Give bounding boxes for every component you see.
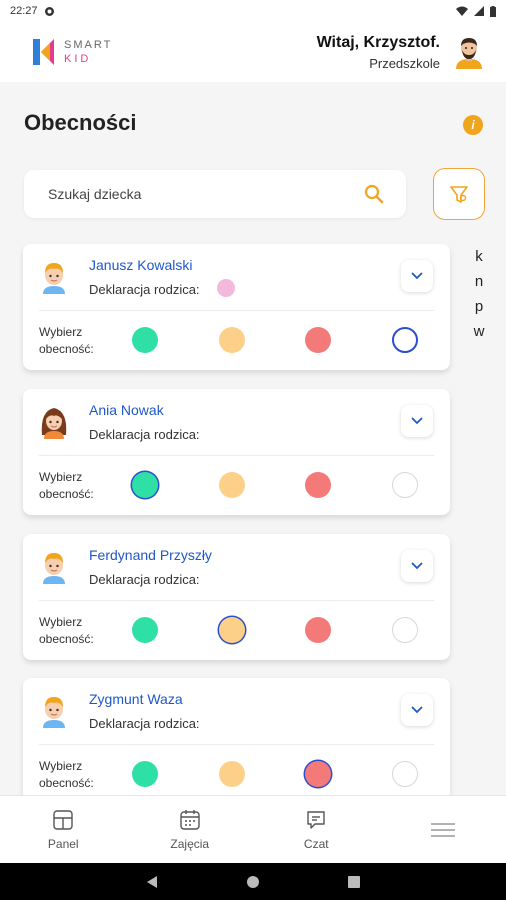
card-divider: [39, 310, 434, 311]
menu-icon: [430, 822, 455, 837]
child-card: Zygmunt Waza Deklaracja rodzica: Wybierz…: [23, 678, 450, 804]
nav-item-zajecia[interactable]: Zajęcia: [127, 796, 254, 863]
logo-kid-text: KID: [64, 52, 92, 65]
choose-attendance-label: Wybierz obecność:: [39, 325, 94, 356]
expand-button[interactable]: [401, 405, 433, 437]
attendance-none-option[interactable]: [392, 761, 418, 787]
page-title: Obecności: [24, 110, 137, 135]
child-name[interactable]: Janusz Kowalski: [89, 257, 193, 273]
girl-icon: [41, 408, 67, 439]
attendance-late-option[interactable]: [219, 617, 245, 643]
alpha-letter[interactable]: k: [475, 248, 483, 265]
sync-icon: [44, 6, 54, 16]
chevron-down-icon: [411, 417, 423, 425]
chevron-down-icon: [411, 706, 423, 714]
attendance-absent-option[interactable]: [305, 472, 331, 498]
child-name[interactable]: Zygmunt Waza: [89, 691, 183, 707]
attendance-none-option[interactable]: [392, 472, 418, 498]
alpha-letter[interactable]: n: [475, 273, 483, 290]
chevron-down-icon: [411, 562, 423, 570]
filter-button[interactable]: [433, 168, 485, 220]
panel-icon: [53, 810, 73, 830]
user-block[interactable]: Witaj, Krzysztof. Przedszkole: [317, 34, 484, 71]
choose-attendance-label: Wybierz obecność:: [39, 759, 94, 790]
expand-button[interactable]: [401, 694, 433, 726]
expand-button[interactable]: [401, 260, 433, 292]
user-avatar-icon[interactable]: [454, 35, 484, 69]
choose-attendance-label: Wybierz obecność:: [39, 615, 94, 646]
nav-item-menu[interactable]: [380, 796, 506, 863]
info-icon[interactable]: i: [463, 115, 483, 135]
alpha-letter[interactable]: p: [475, 298, 483, 315]
child-card: Ferdynand Przyszły Deklaracja rodzica: W…: [23, 534, 450, 660]
attendance-present-option[interactable]: [132, 617, 158, 643]
boy-icon: [43, 263, 65, 294]
card-divider: [39, 744, 434, 745]
attendance-present-option[interactable]: [132, 327, 158, 353]
attendance-absent-option[interactable]: [305, 617, 331, 643]
chat-icon: [307, 811, 325, 829]
search-input[interactable]: [48, 186, 364, 202]
declaration-label: Deklaracja rodzica:: [89, 427, 200, 442]
attendance-absent-option[interactable]: [305, 761, 331, 787]
alpha-letter[interactable]: w: [474, 323, 485, 340]
logo-mark-icon: [33, 39, 54, 65]
nav-label: Panel: [47, 837, 79, 851]
declaration-label: Deklaracja rodzica:: [89, 282, 200, 297]
attendance-present-option[interactable]: [132, 761, 158, 787]
nav-item-czat[interactable]: Czat: [253, 796, 380, 863]
search-icon[interactable]: [364, 184, 384, 204]
system-navigation-bar: [0, 863, 506, 900]
card-divider: [39, 600, 434, 601]
child-name[interactable]: Ferdynand Przyszły: [89, 547, 212, 563]
child-name[interactable]: Ania Nowak: [89, 402, 164, 418]
status-time: 22:27: [10, 5, 38, 17]
home-icon[interactable]: [246, 875, 260, 889]
signal-icon: [474, 6, 484, 16]
attendance-late-option[interactable]: [219, 472, 245, 498]
alphabet-index: k n p w: [470, 248, 488, 340]
child-card: Ania Nowak Deklaracja rodzica: Wybierz ob…: [23, 389, 450, 515]
nav-item-panel[interactable]: Panel: [0, 796, 127, 863]
nav-label: Czat: [303, 837, 329, 851]
group-name: Przedszkole: [369, 55, 440, 71]
battery-icon: [490, 5, 496, 17]
nav-label: Zajęcia: [170, 837, 210, 851]
filter-icon: [450, 186, 468, 203]
wifi-icon: [456, 6, 468, 16]
attendance-late-option[interactable]: [219, 761, 245, 787]
attendance-none-option[interactable]: [392, 617, 418, 643]
bottom-navigation: Panel Zajęcia Czat: [0, 795, 506, 863]
declaration-label: Deklaracja rodzica:: [89, 716, 200, 731]
card-divider: [39, 455, 434, 456]
app-header: SMART KID Witaj, Krzysztof. Przedszkole: [0, 22, 506, 82]
boy-icon: [43, 553, 65, 584]
attendance-absent-option[interactable]: [305, 327, 331, 353]
declaration-status-dot: [217, 279, 235, 297]
attendance-none-option[interactable]: [392, 327, 418, 353]
attendance-present-option[interactable]: [132, 472, 158, 498]
chevron-down-icon: [411, 272, 423, 280]
attendance-late-option[interactable]: [219, 327, 245, 353]
boy-icon: [43, 697, 65, 728]
recents-icon[interactable]: [348, 875, 360, 888]
declaration-label: Deklaracja rodzica:: [89, 572, 200, 587]
child-card: Janusz Kowalski Deklaracja rodzica: Wybi…: [23, 244, 450, 370]
logo-smart-text: SMART: [64, 38, 113, 51]
greeting-text: Witaj, Krzysztof.: [316, 33, 440, 51]
back-icon[interactable]: [146, 875, 158, 889]
smartkid-logo: SMART KID: [30, 36, 112, 68]
choose-attendance-label: Wybierz obecność:: [39, 470, 94, 501]
calendar-icon: [180, 810, 200, 830]
status-bar: 22:27: [0, 0, 506, 22]
search-box: [24, 170, 406, 218]
expand-button[interactable]: [401, 550, 433, 582]
